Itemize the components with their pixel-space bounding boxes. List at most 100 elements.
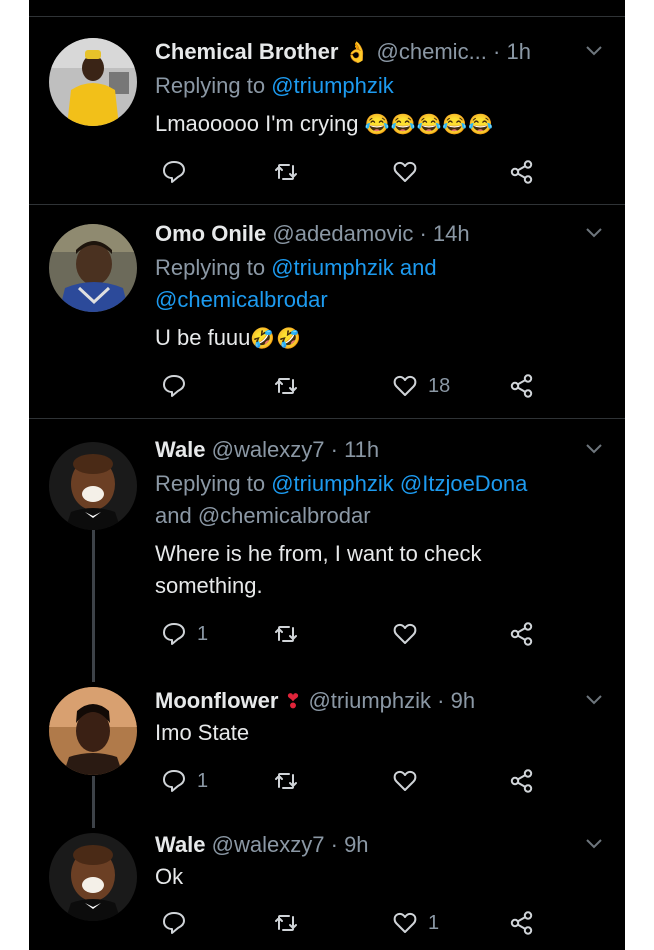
reply-count: 1 [197,622,209,645]
timestamp[interactable]: 9h [344,832,368,857]
name-emoji: 👌 [344,42,371,64]
reply-count: 1 [197,769,209,792]
reply-button[interactable] [161,370,187,402]
replying-to-line2[interactable]: and @chemicalbrodar [155,500,605,532]
separator-dot: · [419,221,427,246]
replying-to-line2: @chemicalbrodar [155,284,605,316]
retweet-icon [275,626,297,642]
like-button[interactable] [392,765,418,797]
tweet-wale-ok[interactable]: Wale @walexzy7 · 9h Ok 1 [29,829,625,950]
like-icon [393,161,417,182]
share-button[interactable] [509,618,535,650]
tweet-text: U be fuuu🤣🤣 [155,322,605,355]
retweet-button[interactable] [273,370,299,402]
tweet-emoji: 😂😂😂😂😂 [364,114,495,136]
share-icon [510,374,533,398]
timestamp[interactable]: 1h [506,39,530,64]
mention-link[interactable]: @triumphzik @ItzjoeDona [271,471,527,496]
tweet-text: Lmaooooo I'm crying 😂😂😂😂😂 [155,108,605,141]
chevron-down-icon[interactable] [585,440,603,458]
tweet-wale[interactable]: Wale @walexzy7 · 11h Replying to @triump… [29,434,625,674]
author-handle[interactable]: @walexzy7 [212,437,325,462]
like-button[interactable] [392,618,418,650]
chevron-down-icon[interactable] [585,42,603,60]
retweet-button[interactable] [273,765,299,797]
tweet-actions [155,156,605,188]
retweet-button[interactable] [273,907,299,939]
mention-link[interactable]: @triumphzik [271,73,394,98]
tweet-omo-onile[interactable]: Omo Onile @adedamovic · 14h Replying to … [29,218,625,418]
like-button[interactable] [392,156,418,188]
replying-to: Replying to @triumphzik [155,70,605,102]
like-icon [393,770,417,791]
author-name[interactable]: Omo Onile [155,221,266,246]
reply-button[interactable]: 1 [161,765,208,797]
avatar[interactable] [49,833,137,921]
share-icon [510,911,533,935]
separator-dot: · [330,437,338,462]
replying-to-label: Replying to [155,471,266,496]
share-button[interactable] [509,156,535,188]
like-icon [393,375,417,396]
avatar[interactable] [49,442,137,530]
reply-icon [163,161,185,183]
share-button[interactable] [509,765,535,797]
mention-link[interactable]: @triumphzik and [271,255,436,280]
tweet-actions: 18 [155,370,605,402]
share-icon [510,622,533,646]
separator-dot: · [330,832,338,857]
reply-button[interactable] [161,156,187,188]
like-icon [393,623,417,644]
reply-icon [163,375,185,397]
author-name[interactable]: Chemical Brother [155,39,338,64]
tweet-actions: 1 [155,618,605,650]
avatar[interactable] [49,38,137,126]
like-button[interactable]: 1 [392,907,439,939]
tweet-text-line: Lmaooooo I'm crying [155,111,359,136]
avatar[interactable] [49,224,137,312]
mention-link[interactable]: @chemicalbrodar [155,287,328,312]
tweet-chemical-brother[interactable]: Chemical Brother 👌 @chemic... · 1h Reply… [29,36,625,204]
separator-dot: · [437,688,445,713]
tweet-text-line: Imo State [155,720,250,745]
author-name[interactable]: Wale [155,832,206,857]
author-handle[interactable]: @adedamovic [272,221,413,246]
timestamp[interactable]: 9h [451,688,475,713]
tweet-text-line: Ok [155,864,184,889]
replying-to-label: Replying to [155,255,266,280]
name-emoji: ❣ [284,691,303,713]
chevron-down-icon[interactable] [585,835,603,853]
retweet-icon [275,164,297,180]
like-icon [393,912,417,933]
tweet-actions: 1 [155,907,605,939]
retweet-button[interactable] [273,156,299,188]
replying-to-label: Replying to [155,73,266,98]
retweet-button[interactable] [273,618,299,650]
chevron-down-icon[interactable] [585,224,603,242]
timestamp[interactable]: 11h [344,437,379,462]
reply-icon [163,623,185,645]
tweet-actions: 1 [155,765,605,797]
retweet-icon [275,773,297,789]
author-handle[interactable]: @triumphzik [308,688,431,713]
chevron-down-icon[interactable] [585,691,603,709]
reply-button[interactable]: 1 [161,618,208,650]
author-name[interactable]: Moonflower [155,688,278,713]
tweet-thread-screen: Chemical Brother 👌 @chemic... · 1h Reply… [29,0,625,950]
avatar[interactable] [49,687,137,775]
like-button[interactable]: 18 [392,370,450,402]
share-icon [510,769,533,793]
author-handle[interactable]: @walexzy7 [212,832,325,857]
like-count: 1 [428,911,440,934]
tweet-text-line: Where is he from, I want to check [155,541,482,566]
replying-to: Replying to @triumphzik and [155,252,605,284]
like-count: 18 [428,374,451,397]
retweet-icon [275,915,297,931]
author-name[interactable]: Wale [155,437,206,462]
timestamp[interactable]: 14h [433,221,470,246]
share-button[interactable] [509,370,535,402]
tweet-moonflower[interactable]: Moonflower ❣ @triumphzik · 9h Imo State … [29,685,625,815]
author-handle[interactable]: @chemic... [377,39,487,64]
reply-button[interactable] [161,907,187,939]
share-button[interactable] [509,907,535,939]
